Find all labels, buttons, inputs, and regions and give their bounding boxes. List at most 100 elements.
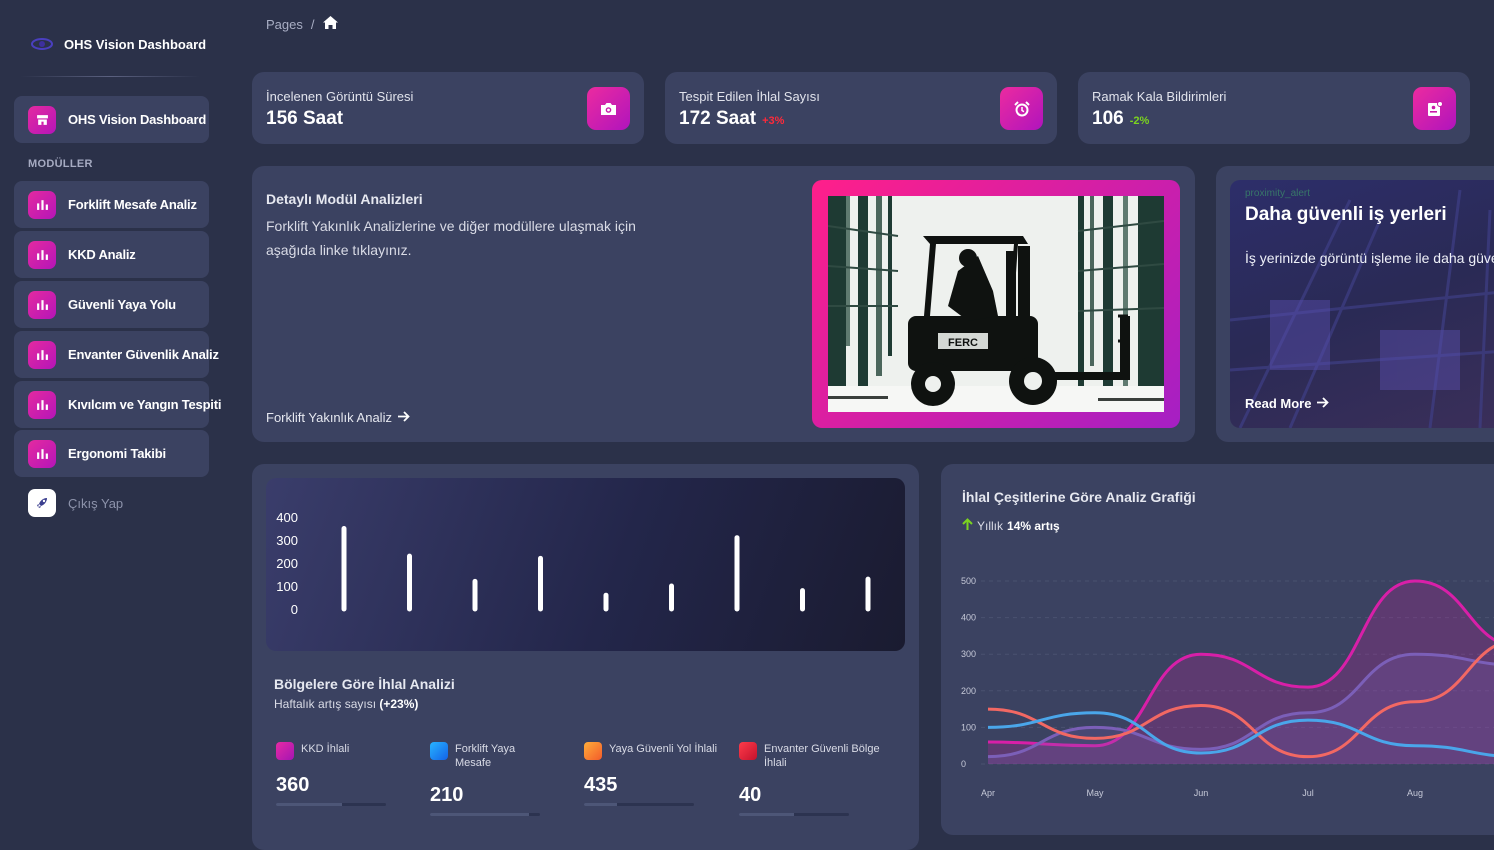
sidebar-item-label: Forklift Mesafe Analiz <box>68 197 197 212</box>
metric-progress-fill <box>739 813 794 816</box>
y-tick-label: 200 <box>276 556 298 571</box>
stat-change: +3% <box>762 115 785 127</box>
logout-label: Çıkış Yap <box>68 495 124 511</box>
x-tick-label: Jul <box>1302 788 1314 798</box>
sidebar-item-kkd[interactable]: KKD Analiz <box>14 231 209 278</box>
metric-color-swatch <box>430 742 448 760</box>
chart-bar-icon <box>28 340 56 369</box>
metric-value: 40 <box>739 784 762 806</box>
y-tick-label: 300 <box>961 649 976 659</box>
arrow-right-icon <box>397 410 410 425</box>
divider <box>20 76 200 77</box>
stat-value: 106 <box>1092 108 1124 129</box>
brand[interactable]: OHS Vision Dashboard <box>30 36 206 52</box>
link-label: Read More <box>1245 396 1312 411</box>
x-tick-label: Jun <box>1194 788 1209 798</box>
forklift-plate-text: FERC <box>948 337 978 349</box>
metric-color-swatch <box>276 742 294 760</box>
y-tick-label: 300 <box>276 533 298 548</box>
metric-envanter: Envanter Güvenli Bölge İhlali 40 <box>739 742 889 816</box>
link-label: Forklift Yakınlık Analiz <box>266 410 392 425</box>
promo-banner: proximity_alert Daha güvenli iş yerleri … <box>1230 180 1494 428</box>
stat-card-violations: Tespit Edilen İhlal Sayısı 172 Saat +3% <box>665 72 1057 144</box>
metric-progress-fill <box>430 813 529 816</box>
sidebar-item-label: Envanter Güvenlik Analiz <box>68 347 219 362</box>
stat-card-near-miss: Ramak Kala Bildirimleri 106 -2% <box>1078 72 1470 144</box>
forklift-analysis-link[interactable]: Forklift Yakınlık Analiz <box>266 410 410 425</box>
bar-chart: 0 100 200 300 400 <box>276 510 871 617</box>
breadcrumb: Pages / <box>266 16 338 32</box>
forklift-image-frame: FERC <box>812 180 1180 428</box>
subtitle-value: 14% artış <box>1007 518 1060 533</box>
y-tick-label: 100 <box>276 579 298 594</box>
sidebar-item-label: KKD Analiz <box>68 247 136 262</box>
region-violation-card: 0 100 200 300 400 Bölgelere Göre İhlal Anali… <box>252 464 919 850</box>
sidebar-item-ergonomi[interactable]: Ergonomi Takibi <box>14 430 209 477</box>
violation-type-chart-card: İhlal Çeşitlerine Göre Analiz Grafiği Yı… <box>941 464 1494 835</box>
metric-label: Envanter Güvenli Bölge İhlali <box>764 743 880 769</box>
stat-value: 156 Saat <box>266 108 344 129</box>
stat-change: -2% <box>1129 115 1150 127</box>
metric-label: Forklift Yaya Mesafe <box>455 743 516 769</box>
metric-label: Yaya Güvenli Yol İhlali <box>609 743 718 755</box>
stat-label: Ramak Kala Bildirimleri <box>1092 89 1227 104</box>
metric-kkd: KKD İhlali 360 <box>276 742 396 806</box>
promo-overlay-text: proximity_alert <box>1245 188 1310 199</box>
metric-value: 435 <box>584 774 618 796</box>
arrow-right-icon <box>1317 396 1330 411</box>
sidebar: OHS Vision Dashboard OHS Vision Dashboar… <box>0 0 222 850</box>
metric-progress-fill <box>276 803 342 806</box>
detail-description: Forklift Yakınlık Analizlerine ve diğer … <box>266 218 636 258</box>
y-tick-label: 400 <box>276 510 298 525</box>
metric-progress-fill <box>584 803 617 806</box>
subtitle-prefix: Yıllık <box>977 518 1004 533</box>
rocket-icon <box>28 489 56 517</box>
sidebar-item-yaya-yolu[interactable]: Güvenli Yaya Yolu <box>14 281 209 328</box>
metric-progress <box>430 813 540 816</box>
sidebar-item-envanter[interactable]: Envanter Güvenlik Analiz <box>14 331 219 378</box>
sidebar-item-label: Ergonomi Takibi <box>68 446 166 461</box>
subtitle-prefix: Haftalık artış sayısı <box>274 697 377 711</box>
y-tick-label: 500 <box>961 576 976 586</box>
forklift-illustration: FERC <box>828 196 1164 412</box>
breadcrumb-separator: / <box>310 16 315 32</box>
y-tick-label: 0 <box>291 602 298 617</box>
notification-icon <box>1413 87 1456 130</box>
stat-value-wrap: 172 Saat +3% <box>679 108 784 130</box>
sidebar-item-kivilcim[interactable]: Kıvılcım ve Yangın Tespiti <box>14 381 221 428</box>
line-section-title: İhlal Çeşitlerine Göre Analiz Grafiği <box>962 489 1196 505</box>
metric-color-swatch <box>739 742 757 760</box>
sidebar-item-label: OHS Vision Dashboard <box>68 112 207 127</box>
breadcrumb-pages[interactable]: Pages <box>266 17 303 32</box>
bar-section-subtitle: Haftalık artış sayısı (+23%) <box>274 697 418 711</box>
brand-name: OHS Vision Dashboard <box>64 36 207 52</box>
chart-bar-icon <box>28 390 56 419</box>
line-section-subtitle: Yıllık 14% artış <box>962 518 1060 533</box>
chart-bar-icon <box>28 240 56 269</box>
metric-progress <box>276 803 386 806</box>
metric-value: 360 <box>276 774 310 796</box>
promo-card: proximity_alert Daha güvenli iş yerleri … <box>1216 166 1494 442</box>
detail-card: Detaylı Modül Analizleri Forklift Yakınl… <box>252 166 1195 442</box>
metric-progress <box>739 813 849 816</box>
sidebar-item-dashboard[interactable]: OHS Vision Dashboard <box>14 96 209 143</box>
arrow-up-icon <box>962 518 973 533</box>
metric-value: 210 <box>430 784 464 806</box>
sidebar-item-label: Kıvılcım ve Yangın Tespiti <box>68 397 222 412</box>
metric-label: KKD İhlali <box>301 743 350 755</box>
y-tick-label: 0 <box>961 759 966 769</box>
chart-bar-icon <box>28 439 56 468</box>
sidebar-item-forklift-mesafe[interactable]: Forklift Mesafe Analiz <box>14 181 209 228</box>
stat-value-wrap: 156 Saat <box>266 108 343 130</box>
logout-button[interactable]: Çıkış Yap <box>28 489 123 517</box>
promo-text: İş yerinizde görüntü işleme ile daha güv… <box>1245 250 1494 266</box>
x-tick-label: Apr <box>981 788 995 798</box>
metric-yaya: Yaya Güvenli Yol İhlali 435 <box>584 742 729 806</box>
home-icon[interactable] <box>322 16 338 32</box>
bar-chart-panel: 0 100 200 300 400 <box>266 478 905 651</box>
metric-forklift: Forklift Yaya Mesafe 210 <box>430 742 550 816</box>
sidebar-item-label: Güvenli Yaya Yolu <box>68 297 176 312</box>
y-tick-label: 400 <box>961 613 976 623</box>
read-more-link[interactable]: Read More <box>1245 396 1330 411</box>
stat-card-footage: İncelenen Görüntü Süresi 156 Saat <box>252 72 644 144</box>
